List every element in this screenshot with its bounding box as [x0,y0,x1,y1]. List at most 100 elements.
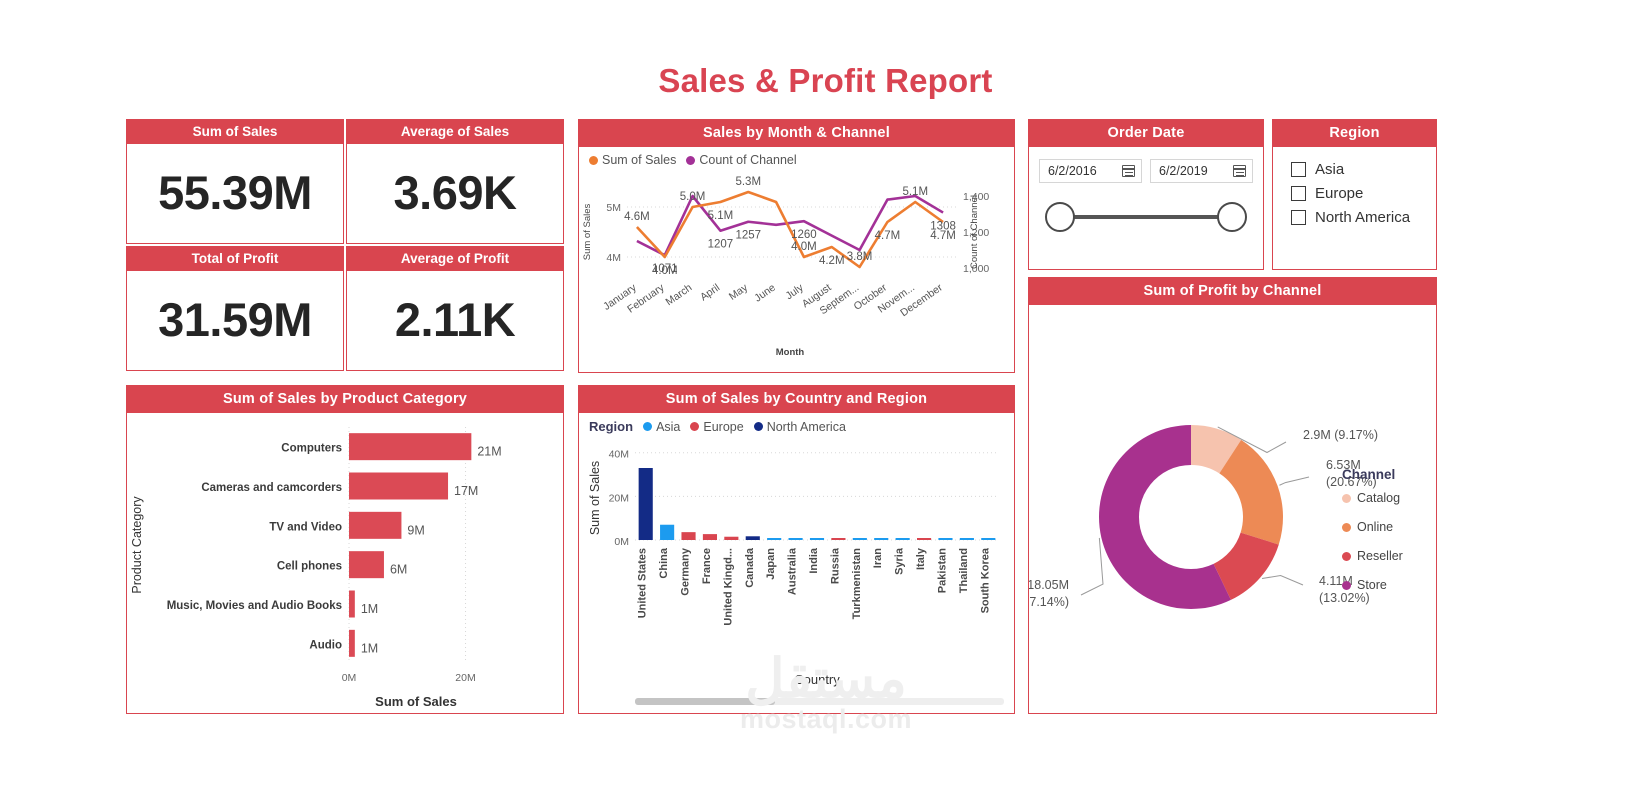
svg-text:18.05M: 18.05M [1029,578,1069,592]
slider-handle-end[interactable] [1217,202,1247,232]
svg-text:Sum of Sales: Sum of Sales [375,694,457,709]
legend-swatch-icon [1342,580,1351,590]
legend-swatch-icon [643,422,653,431]
start-date-field[interactable]: 6/2/2016 [1039,159,1142,183]
svg-text:Count of Channel: Count of Channel [969,195,980,269]
region-option-europe[interactable]: Europe [1273,178,1436,202]
kpi-value: 55.39M [158,166,312,219]
chart-body: Sum of Sales Count of Channel 4M 5M 1,000 1… [579,147,1014,370]
bar-chart-plot: 0M 20M Computers 21M Cameras and camcorders 1… [130,427,502,709]
svg-text:4.6M: 4.6M [624,211,650,223]
legend-item-count-of-channel[interactable]: Count of Channel [686,153,797,167]
slicer-region[interactable]: Region Asia Europe North America [1272,119,1437,270]
svg-text:May: May [727,281,751,303]
kpi-card-group: Sum of Sales 55.39M Average of Sales 3.6… [126,119,564,373]
legend-label: Asia [656,419,681,434]
chart-title: Sum of Sales by Product Category [127,386,563,413]
calendar-icon[interactable] [1233,165,1246,177]
kpi-card-sum-of-sales[interactable]: Sum of Sales 55.39M [126,119,344,244]
scrollbar-thumb[interactable] [635,698,776,705]
slider-handle-start[interactable] [1045,202,1075,232]
svg-text:20M: 20M [609,492,629,504]
end-date-field[interactable]: 6/2/2019 [1150,159,1253,183]
region-option-asia[interactable]: Asia [1273,147,1436,178]
kpi-card-average-of-profit[interactable]: Average of Profit 2.11K [346,246,564,371]
svg-text:0M: 0M [342,672,357,684]
kpi-label: Average of Sales [347,120,563,144]
chart-legend: Channel Catalog Online Reseller Store [1342,467,1428,607]
legend-item-asia[interactable]: Asia [643,420,680,434]
legend-title: Region [589,419,634,434]
region-option-label: Europe [1315,185,1364,202]
legend-item-store[interactable]: Store [1342,578,1428,592]
chart-sum-of-sales-by-country-and-region[interactable]: Sum of Sales by Country and Region Regio… [578,385,1015,714]
legend-label: North America [766,419,846,434]
slider-track[interactable] [1061,215,1231,219]
legend-item-online[interactable]: Online [1342,520,1428,534]
svg-text:1308: 1308 [930,221,956,233]
legend-label: Sum of Sales [602,153,677,167]
svg-text:United Kingd...: United Kingd... [722,548,734,626]
column-chart-plot: 0M 20M 40M United States China Germany France U… [588,449,999,687]
svg-text:Germany: Germany [680,547,692,596]
kpi-card-average-of-sales[interactable]: Average of Sales 3.69K [346,119,564,244]
region-option-north-america[interactable]: North America [1273,202,1436,226]
legend-swatch-icon [753,422,763,431]
slicer-body: Asia Europe North America [1273,147,1436,267]
kpi-value: 3.69K [393,166,517,219]
checkbox-icon[interactable] [1291,186,1306,201]
legend-item-north-america[interactable]: North America [753,419,846,434]
chart-body: 0M 20M Computers 21M Cameras and camcorders 1… [127,413,563,711]
kpi-label: Sum of Sales [127,120,343,144]
svg-text:4.0M: 4.0M [791,241,817,253]
svg-text:China: China [658,547,670,578]
calendar-icon[interactable] [1122,165,1135,177]
svg-text:Music, Movies and Audio Books: Music, Movies and Audio Books [167,600,342,612]
checkbox-icon[interactable] [1291,210,1306,225]
chart-body: 2.9M (9.17%) 6.53M (20.67%) 4.11M (13.02%) 18… [1029,305,1436,711]
svg-text:March: March [664,282,695,309]
kpi-label: Total of Profit [127,247,343,271]
svg-text:1M: 1M [361,641,378,655]
svg-text:6M: 6M [390,563,407,577]
svg-text:Product Category: Product Category [130,496,144,594]
svg-text:Audio: Audio [309,639,342,651]
slicer-order-date[interactable]: Order Date 6/2/2016 6/2/2019 [1028,119,1264,270]
legend-item-catalog[interactable]: Catalog [1342,491,1428,505]
svg-text:India: India [808,547,820,574]
svg-text:South Korea: South Korea [979,547,991,613]
chart-title: Sum of Profit by Channel [1029,278,1436,305]
chart-sum-of-sales-by-product-category[interactable]: Sum of Sales by Product Category 0M 20M Co… [126,385,564,714]
legend-label: Store [1357,578,1387,592]
checkbox-icon[interactable] [1291,162,1306,177]
svg-text:17M: 17M [454,484,478,498]
report-canvas: Sales & Profit Report Sum of Sales 55.39… [0,0,1651,787]
svg-text:TV and Video: TV and Video [269,521,342,533]
date-range-slider[interactable] [1045,199,1247,233]
chart-sales-by-month-and-channel[interactable]: Sales by Month & Channel Sum of Sales Co… [578,119,1015,373]
kpi-card-total-of-profit[interactable]: Total of Profit 31.59M [126,246,344,371]
chart-title: Sum of Sales by Country and Region [579,386,1014,413]
legend-item-europe[interactable]: Europe [690,420,744,434]
legend-item-reseller[interactable]: Reseller [1342,549,1428,563]
svg-text:Month: Month [776,347,805,358]
legend-swatch-icon [690,422,700,431]
slicer-body: 6/2/2016 6/2/2019 [1029,147,1263,267]
chart-title: Sales by Month & Channel [579,120,1014,147]
chart-legend: Sum of Sales Count of Channel [579,147,1014,167]
horizontal-scrollbar[interactable] [635,698,1004,705]
svg-text:40M: 40M [609,449,629,461]
chart-sum-of-profit-by-channel[interactable]: Sum of Profit by Channel 2.9M (9.17%) 6.5… [1028,277,1437,714]
svg-text:Australia: Australia [787,547,799,595]
legend-label: Reseller [1357,549,1403,563]
legend-item-sum-of-sales[interactable]: Sum of Sales [589,153,676,167]
svg-text:21M: 21M [477,445,501,459]
start-date-value: 6/2/2016 [1048,164,1097,178]
svg-text:3.8M: 3.8M [847,251,873,263]
svg-text:Computers: Computers [281,443,342,455]
legend-label: Catalog [1357,491,1401,505]
svg-text:June: June [752,282,778,305]
svg-text:4M: 4M [606,252,621,264]
svg-text:0M: 0M [614,536,629,548]
svg-text:Syria: Syria [894,547,906,575]
